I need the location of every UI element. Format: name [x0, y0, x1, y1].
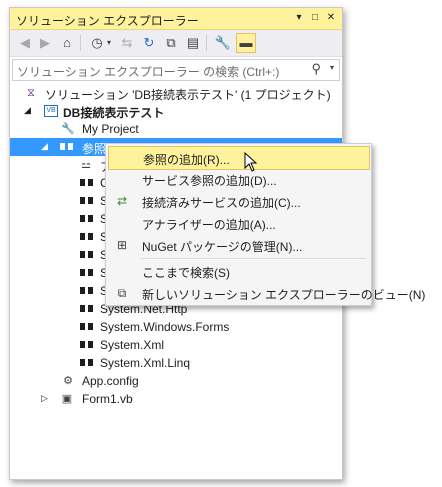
config-file-icon: ⚙ — [63, 375, 73, 387]
assembly-icon — [80, 179, 96, 187]
menu-item-manage-nuget[interactable]: ⊞ NuGet パッケージの管理(N)... — [108, 234, 368, 256]
chevron-down-icon[interactable]: ▾ — [104, 34, 114, 52]
maximize-icon[interactable]: □ — [308, 11, 322, 25]
menu-item-label: サービス参照の追加(D)... — [142, 174, 277, 188]
menu-item-scope-to-this[interactable]: ここまで検索(S) — [108, 260, 368, 282]
app-config-label: App.config — [82, 374, 139, 388]
properties-icon[interactable]: 🔧 — [214, 34, 232, 52]
tree-item-form1[interactable]: ▷ ▣ Form1.vb — [10, 390, 342, 408]
references-icon — [60, 143, 76, 151]
menu-item-label: 参照の追加(R)... — [143, 153, 230, 167]
toolbar: ◀ ▶ ⌂ ◷ ▾ ⇆ ↻ ⧉ ▤ 🔧 ▬ — [10, 30, 342, 57]
reference-label: System.Windows.Forms — [100, 320, 230, 334]
mouse-cursor-icon — [244, 152, 258, 172]
panel-titlebar[interactable]: ソリューション エクスプローラー ▾ □ ✕ — [10, 8, 342, 30]
connected-service-icon: ⇄ — [116, 194, 128, 208]
context-menu: 参照の追加(R)... サービス参照の追加(D)... ⇄ 接続済みサービスの追… — [105, 143, 426, 306]
menu-item-label: ここまで検索(S) — [142, 266, 230, 280]
assembly-icon — [80, 305, 96, 313]
tree-item-app-config[interactable]: ⚙ App.config — [10, 372, 342, 390]
vb-project-icon: VB — [44, 105, 58, 117]
panel-title: ソリューション エクスプローラー — [16, 14, 199, 28]
menu-item-label: NuGet パッケージの管理(N)... — [142, 240, 303, 254]
collapsed-arrow-icon[interactable]: ▷ — [41, 393, 48, 404]
refresh-icon[interactable]: ↻ — [140, 34, 158, 52]
reference-label: System.Xml — [100, 338, 165, 352]
back-icon[interactable]: ◀ — [16, 34, 34, 52]
my-project-label: My Project — [82, 122, 139, 136]
analyzer-icon: ⚍ — [81, 159, 91, 171]
solution-icon: ⧖ — [27, 87, 35, 99]
assembly-icon — [80, 323, 96, 331]
expanded-arrow-icon[interactable]: ◢ — [24, 105, 31, 116]
assembly-icon — [80, 269, 96, 277]
assembly-icon — [80, 359, 96, 367]
menu-item-label: 新しいソリューション エクスプローラーのビュー(N) — [142, 288, 426, 302]
nuget-icon: ⊞ — [116, 238, 128, 252]
menu-item-new-view[interactable]: ⧉ 新しいソリューション エクスプローラーのビュー(N) — [108, 282, 426, 304]
solution-label: ソリューション 'DB接続表示テスト' (1 プロジェクト) — [45, 88, 331, 102]
dropdown-icon[interactable]: ▾ — [292, 11, 306, 25]
tree-item-project[interactable]: ◢ VB DB接続表示テスト — [10, 102, 342, 120]
assembly-icon — [80, 287, 96, 295]
search-options-icon[interactable]: ▾ — [330, 63, 334, 72]
search-placeholder: ソリューション エクスプローラー の検索 (Ctrl+:) — [17, 65, 280, 79]
search-input[interactable]: ソリューション エクスプローラー の検索 (Ctrl+:) ⚲ ▾ — [12, 59, 340, 81]
tree-item-my-project[interactable]: 🔧 My Project — [10, 120, 342, 138]
assembly-icon — [80, 233, 96, 241]
menu-separator — [140, 258, 366, 259]
expanded-arrow-icon[interactable]: ◢ — [41, 141, 48, 152]
preview-icon[interactable]: ▬ — [236, 33, 256, 53]
menu-item-add-connected-service[interactable]: ⇄ 接続済みサービスの追加(C)... — [108, 190, 368, 212]
menu-item-label: アナライザーの追加(A)... — [142, 218, 276, 232]
form-file-icon: ▣ — [61, 393, 73, 405]
collapse-all-icon[interactable]: ⧉ — [162, 34, 180, 52]
assembly-icon — [80, 215, 96, 223]
show-all-files-icon[interactable]: ▤ — [184, 34, 202, 52]
references-label: 参照 — [82, 142, 107, 156]
menu-item-label: 接続済みサービスの追加(C)... — [142, 196, 301, 210]
tree-item-reference[interactable]: System.Xml — [10, 336, 342, 354]
home-icon[interactable]: ⌂ — [58, 34, 76, 52]
menu-item-add-analyzer[interactable]: アナライザーの追加(A)... — [108, 212, 368, 234]
forward-icon[interactable]: ▶ — [36, 34, 54, 52]
close-icon[interactable]: ✕ — [324, 11, 338, 25]
tree-item-solution[interactable]: ⧖ ソリューション 'DB接続表示テスト' (1 プロジェクト) — [10, 84, 342, 102]
form1-label: Form1.vb — [82, 392, 133, 406]
menu-item-add-service-reference[interactable]: サービス参照の追加(D)... — [108, 168, 368, 190]
assembly-icon — [80, 341, 96, 349]
reference-label: System.Xml.Linq — [100, 356, 191, 370]
wrench-icon: 🔧 — [61, 123, 75, 135]
sync-icon[interactable]: ⇆ — [118, 34, 136, 52]
menu-item-add-reference[interactable]: 参照の追加(R)... — [108, 146, 370, 170]
tree-item-reference[interactable]: System.Windows.Forms — [10, 318, 342, 336]
tree-item-reference[interactable]: System.Xml.Linq — [10, 354, 342, 372]
project-label: DB接続表示テスト — [63, 106, 165, 120]
search-icon[interactable]: ⚲ — [311, 61, 321, 77]
assembly-icon — [80, 197, 96, 205]
new-view-icon: ⧉ — [117, 286, 127, 300]
assembly-icon — [80, 251, 96, 259]
